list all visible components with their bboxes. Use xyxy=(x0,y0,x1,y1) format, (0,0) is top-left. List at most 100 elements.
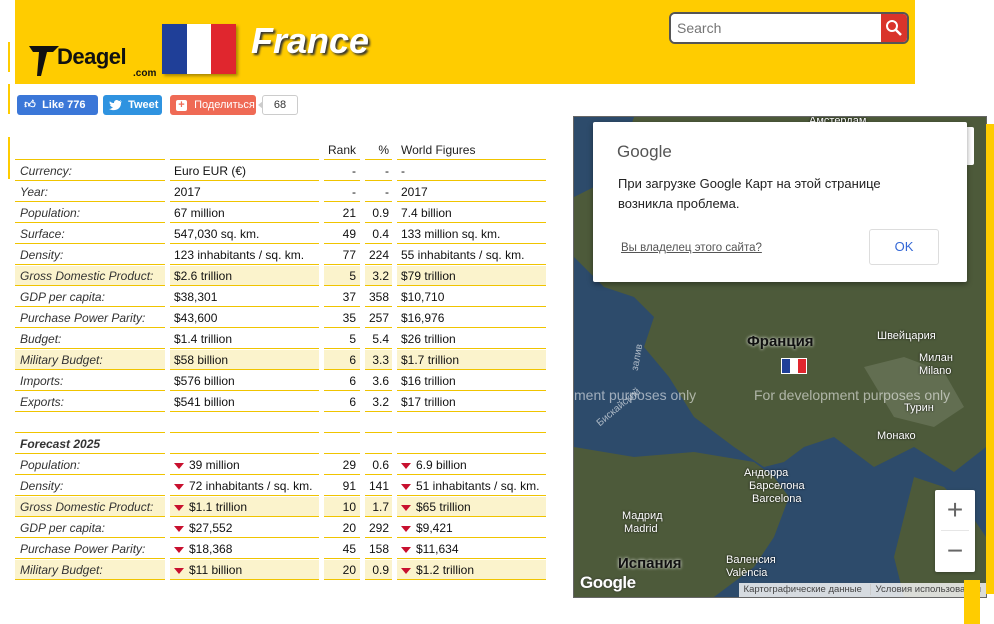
down-arrow-icon xyxy=(174,525,184,532)
map-label-barcelona: Barcelona xyxy=(752,493,802,505)
search-input[interactable] xyxy=(671,14,883,42)
down-arrow-icon xyxy=(174,546,184,553)
ok-button[interactable]: OK xyxy=(869,229,939,265)
row-pct: 0.9 xyxy=(365,560,392,580)
down-arrow-icon xyxy=(401,567,411,574)
down-arrow-icon xyxy=(174,504,184,511)
tweet-label: Tweet xyxy=(128,99,159,111)
cell-text: $9,421 xyxy=(416,521,453,535)
row-world: $10,710 xyxy=(397,287,546,307)
map-data-link[interactable]: Картографические данные xyxy=(739,584,867,595)
flag-stripe-white xyxy=(790,359,798,373)
row-rank: 91 xyxy=(324,476,360,496)
row-pct: 3.2 xyxy=(365,392,392,412)
row-label: Density: xyxy=(15,245,165,265)
row-world: 133 million sq. km. xyxy=(397,224,546,244)
zoom-out-button[interactable]: − xyxy=(935,531,975,571)
share-button[interactable]: + Поделиться xyxy=(170,95,256,115)
row-label: Imports: xyxy=(15,371,165,391)
map-label-switzerland: Швейцария xyxy=(877,330,936,342)
row-label: Military Budget: xyxy=(15,560,165,580)
spacer-cell xyxy=(170,413,319,433)
down-arrow-icon xyxy=(401,546,411,553)
table-row: Exports: $541 billion 6 3.2 $17 trillion xyxy=(15,392,550,412)
search-button[interactable] xyxy=(881,14,907,42)
flag-stripe-red xyxy=(211,24,237,74)
flag-stripe-blue xyxy=(162,24,187,74)
zoom-in-button[interactable]: + xyxy=(935,490,975,530)
table-row: GDP per capita: $38,301 37 358 $10,710 xyxy=(15,287,550,307)
spacer-cell xyxy=(324,413,360,433)
forecast-title-row: Forecast 2025 xyxy=(15,434,550,454)
row-label: Year: xyxy=(15,182,165,202)
map-label-andorra: Андорра xyxy=(744,467,789,479)
row-world: $1.2 trillion xyxy=(397,560,546,580)
row-rank: - xyxy=(324,182,360,202)
spacer-cell xyxy=(15,413,165,433)
row-rank: 5 xyxy=(324,329,360,349)
row-rank: 20 xyxy=(324,560,360,580)
header-world: World Figures xyxy=(397,140,546,160)
row-rank: - xyxy=(324,161,360,181)
row-world: $26 trillion xyxy=(397,329,546,349)
row-world: 51 inhabitants / sq. km. xyxy=(397,476,546,496)
row-rank: 35 xyxy=(324,308,360,328)
map-footer: Картографические данные Условия использо… xyxy=(738,583,986,597)
map-label-valencia: València xyxy=(726,567,768,579)
row-world: 6.9 billion xyxy=(397,455,546,475)
facebook-like-button[interactable]: 👍︎ Like 776 xyxy=(17,95,98,115)
header-rank: Rank xyxy=(324,140,360,160)
row-pct: 224 xyxy=(365,245,392,265)
side-accent xyxy=(8,42,10,72)
row-label: Population: xyxy=(15,455,165,475)
google-logo[interactable]: Google xyxy=(580,573,636,593)
dev-watermark: ment purposes only xyxy=(574,387,697,403)
row-world: $11,634 xyxy=(397,539,546,559)
forecast-row: GDP per capita: $27,552 20 292 $9,421 xyxy=(15,518,550,538)
row-rank: 6 xyxy=(324,350,360,370)
down-arrow-icon xyxy=(401,483,411,490)
map-marker-flag[interactable] xyxy=(781,358,807,374)
row-world: 2017 xyxy=(397,182,546,202)
tweet-button[interactable]: Tweet xyxy=(103,95,162,115)
map-label-milano: Milano xyxy=(919,365,952,377)
spacer-cell xyxy=(365,413,392,433)
forecast-row: Density: 72 inhabitants / sq. km. 91 141 51 … xyxy=(15,476,550,496)
cell-text: $1.2 trillion xyxy=(416,563,475,577)
row-rank: 77 xyxy=(324,245,360,265)
row-pct: - xyxy=(365,161,392,181)
search-icon xyxy=(886,20,902,36)
row-rank: 29 xyxy=(324,455,360,475)
table-row: Currency: Euro EUR (€) - - - xyxy=(15,161,550,181)
deagel-logo[interactable]: Deagel .com xyxy=(27,40,167,82)
site-header: Deagel .com France xyxy=(15,0,915,84)
row-label: Density: xyxy=(15,476,165,496)
google-brand: Google xyxy=(617,142,672,161)
cell-text: 6.9 billion xyxy=(416,458,467,472)
row-world: 55 inhabitants / sq. km. xyxy=(397,245,546,265)
table-spacer-row xyxy=(15,413,550,433)
row-rank: 37 xyxy=(324,287,360,307)
cell-text: $1.1 trillion xyxy=(189,500,248,514)
spacer-cell xyxy=(365,434,392,454)
google-map[interactable]: Амстердам Франция Швейцария Милан Milano… xyxy=(573,116,987,598)
row-pct: 292 xyxy=(365,518,392,538)
row-world: $16 trillion xyxy=(397,371,546,391)
site-owner-link[interactable]: Вы владелец этого сайта? xyxy=(621,242,762,254)
row-world: $17 trillion xyxy=(397,392,546,412)
page-title: France xyxy=(251,20,370,61)
deagel-logo-icon xyxy=(29,46,59,76)
thumbs-up-icon: 👍︎ xyxy=(24,99,36,111)
row-rank: 10 xyxy=(324,497,360,517)
row-value: $576 billion xyxy=(170,371,319,391)
cell-text: $11 billion xyxy=(189,563,243,577)
logo-text: Deagel xyxy=(57,44,127,69)
row-label: Currency: xyxy=(15,161,165,181)
spacer-cell xyxy=(397,413,546,433)
row-value: 123 inhabitants / sq. km. xyxy=(170,245,319,265)
row-pct: 5.4 xyxy=(365,329,392,349)
row-label: GDP per capita: xyxy=(15,287,165,307)
table-row: Gross Domestic Product: $2.6 trillion 5 3.2… xyxy=(15,266,550,286)
row-world: $65 trillion xyxy=(397,497,546,517)
table-row: Military Budget: $58 billion 6 3.3 $1.7 tril… xyxy=(15,350,550,370)
